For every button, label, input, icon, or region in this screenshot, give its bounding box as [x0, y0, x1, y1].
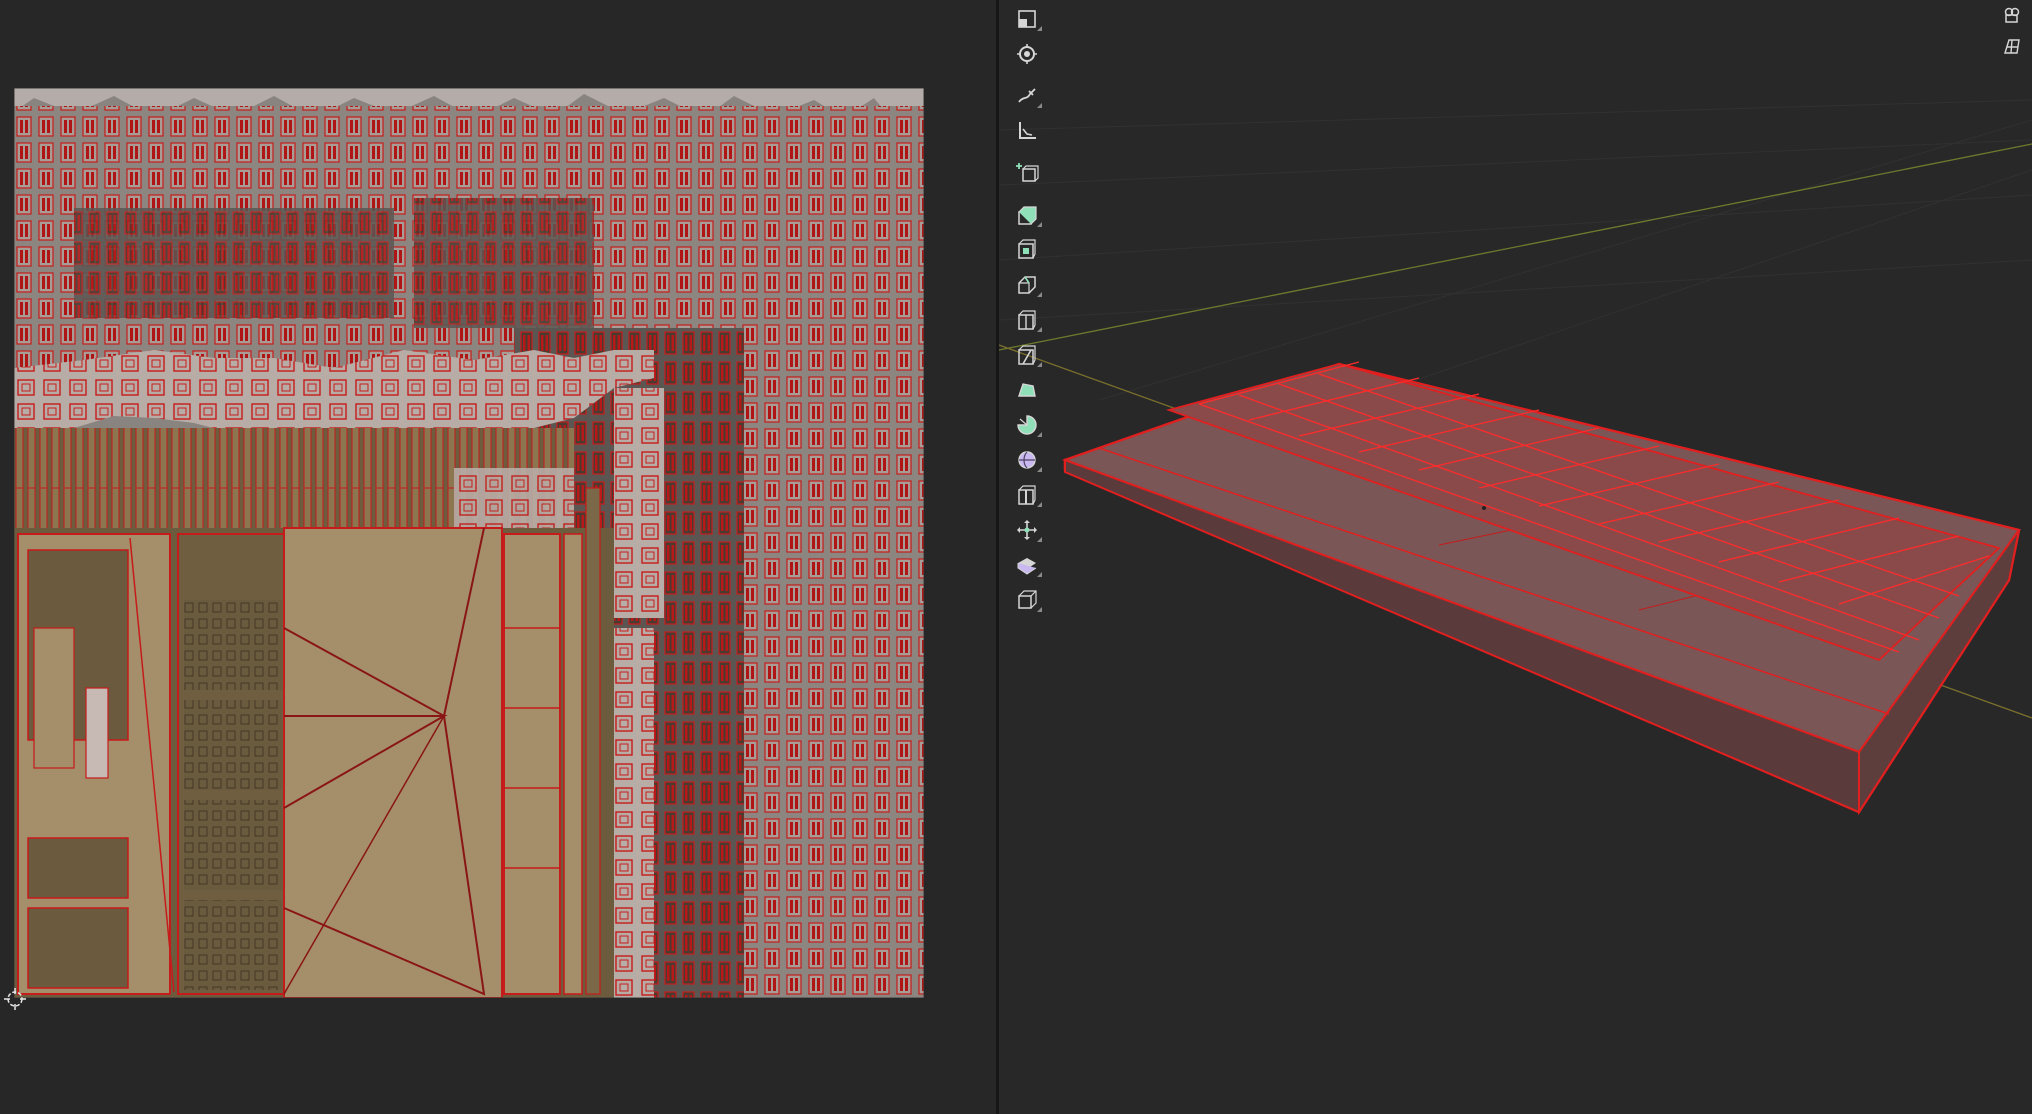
2d-cursor-icon[interactable] — [4, 988, 26, 1010]
annotate-icon[interactable] — [1010, 81, 1044, 111]
shrink-fatten-icon[interactable] — [1010, 515, 1044, 545]
smooth-icon[interactable] — [1010, 445, 1044, 475]
measure-icon[interactable] — [1010, 116, 1044, 146]
shear-icon[interactable] — [1010, 550, 1044, 580]
edge-slide-icon[interactable] — [1010, 480, 1044, 510]
uv-editor-area[interactable] — [0, 0, 996, 1114]
select-box-icon[interactable] — [1010, 4, 1044, 34]
grid-icon[interactable] — [2000, 34, 2024, 60]
rip-icon[interactable] — [1010, 585, 1044, 615]
inset-icon[interactable] — [1010, 235, 1044, 265]
viewport-scene[interactable] — [999, 0, 2032, 1114]
spin-icon[interactable] — [1010, 410, 1044, 440]
knife-icon[interactable] — [1010, 340, 1044, 370]
bevel-icon[interactable] — [1010, 270, 1044, 300]
extrude-icon[interactable] — [1010, 200, 1044, 230]
camera-view-icon[interactable] — [2000, 2, 2024, 28]
cursor-icon[interactable] — [1010, 39, 1044, 69]
keyboard-mesh — [1062, 361, 2021, 816]
toolbar — [1010, 4, 1046, 620]
poly-build-icon[interactable] — [1010, 375, 1044, 405]
uv-texture-atlas[interactable] — [14, 88, 924, 998]
loop-cut-icon[interactable] — [1010, 305, 1044, 335]
add-cube-icon[interactable] — [1010, 158, 1044, 188]
navigation-gizmo — [2000, 2, 2026, 66]
3d-viewport[interactable] — [999, 0, 2032, 1114]
